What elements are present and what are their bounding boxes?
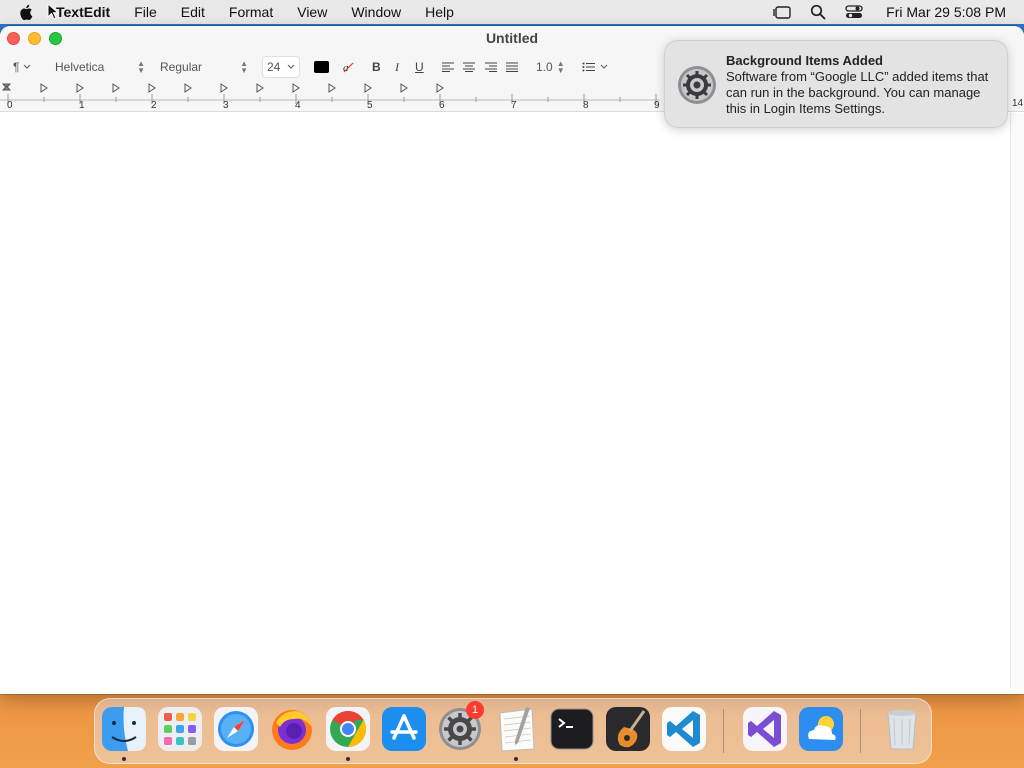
garageband-icon[interactable] — [604, 705, 652, 753]
menubar-clock[interactable]: Fri Mar 29 5:08 PM — [886, 4, 1006, 20]
menu-file[interactable]: File — [122, 0, 169, 24]
ruler-number: 7 — [511, 100, 517, 110]
visual-studio-icon[interactable] — [741, 705, 789, 753]
terminal-icon[interactable] — [548, 705, 596, 753]
align-right-button[interactable] — [484, 56, 498, 78]
tab-stop-icon — [1, 83, 444, 93]
paragraph-style-label: ¶ — [13, 60, 20, 74]
spotlight-search-icon[interactable] — [808, 4, 828, 20]
system-settings-gear-icon — [678, 66, 716, 104]
app-menu-textedit[interactable]: TextEdit — [50, 0, 122, 24]
textedit-icon[interactable] — [492, 705, 540, 753]
font-family-popup[interactable]: Helvetica ▲ ▼ — [55, 56, 145, 78]
ruler-number: 0 — [7, 100, 13, 110]
vscode-icon[interactable] — [660, 705, 708, 753]
notification-title: Background Items Added — [726, 53, 883, 68]
menu-window[interactable]: Window — [339, 0, 413, 24]
weather-icon[interactable] — [797, 705, 845, 753]
format-toolbar: ¶ Helvetica ▲ ▼ Regular ▲ ▼ 24 a B I U 1… — [0, 56, 660, 78]
running-indicator — [122, 757, 126, 761]
updown-arrows-icon: ▲ ▼ — [556, 59, 565, 75]
ruler-number: 14 — [1012, 98, 1024, 109]
menu-help[interactable]: Help — [413, 0, 466, 24]
menu-view[interactable]: View — [285, 0, 339, 24]
align-left-icon — [442, 62, 454, 72]
ruler-number: 5 — [367, 100, 373, 110]
highlight-color-button[interactable]: a — [341, 56, 355, 78]
background-items-notification[interactable]: Background Items Added Software from “Go… — [664, 40, 1008, 128]
mouse-cursor-icon — [47, 3, 59, 20]
paragraph-style-popup[interactable]: ¶ — [13, 56, 31, 78]
ruler-number: 3 — [223, 100, 229, 110]
app-store-icon[interactable] — [380, 705, 428, 753]
launchpad-icon[interactable] — [156, 705, 204, 753]
text-color-swatch — [314, 61, 329, 73]
ruler-ticks — [7, 94, 657, 104]
list-style-popup[interactable] — [582, 56, 608, 78]
chrome-icon[interactable] — [324, 705, 372, 753]
align-center-button[interactable] — [462, 56, 476, 78]
chevron-down-icon — [600, 64, 608, 69]
line-spacing-popup[interactable]: 1.0 ▲ ▼ — [536, 56, 565, 78]
safari-icon[interactable] — [212, 705, 260, 753]
justify-icon — [506, 62, 518, 72]
font-size-value: 24 — [267, 60, 281, 74]
chevron-down-icon — [287, 64, 295, 69]
updown-arrows-icon: ▲ ▼ — [240, 59, 248, 75]
vertical-scrollbar[interactable] — [1010, 113, 1024, 688]
stage-manager-icon[interactable] — [772, 4, 792, 20]
apple-menu-icon[interactable] — [18, 3, 36, 21]
notification-body: Software from “Google LLC” added items t… — [726, 69, 989, 116]
ruler-number: 4 — [295, 100, 301, 110]
menu-edit[interactable]: Edit — [169, 0, 217, 24]
control-center-icon[interactable] — [844, 4, 864, 20]
notification-badge: 1 — [466, 701, 484, 719]
trash-icon[interactable] — [878, 705, 926, 753]
firefox-icon[interactable] — [268, 705, 316, 753]
ruler-number: 9 — [654, 100, 660, 110]
finder-icon[interactable] — [100, 705, 148, 753]
menu-bar: TextEdit File Edit Format View Window He… — [0, 0, 1024, 24]
align-center-icon — [463, 62, 475, 72]
ruler-number: 6 — [439, 100, 445, 110]
dock: 1 — [94, 698, 932, 764]
align-left-button[interactable] — [441, 56, 455, 78]
bullet-list-icon — [582, 62, 595, 72]
bold-button[interactable]: B — [372, 56, 381, 78]
italic-button[interactable]: I — [395, 56, 399, 78]
running-indicator — [346, 757, 350, 761]
font-style-label: Regular — [160, 60, 203, 74]
menu-format[interactable]: Format — [217, 0, 285, 24]
ruler-number: 8 — [583, 100, 589, 110]
text-color-well[interactable] — [314, 56, 329, 78]
align-right-icon — [485, 62, 497, 72]
font-style-popup[interactable]: Regular ▲ ▼ — [160, 56, 248, 78]
dock-separator — [860, 709, 861, 753]
ruler[interactable]: 0 1 2 3 4 5 6 7 8 9 — [0, 82, 660, 110]
ruler-number: 2 — [151, 100, 157, 110]
notification-badge-holder: 1 — [436, 701, 484, 753]
ruler-number: 1 — [79, 100, 85, 110]
updown-arrows-icon: ▲ ▼ — [137, 59, 145, 75]
document-text-area[interactable] — [0, 113, 1010, 688]
chevron-down-icon — [24, 64, 31, 69]
dock-separator — [723, 709, 724, 753]
running-indicator — [514, 757, 518, 761]
highlighter-icon: a — [343, 62, 354, 74]
font-size-combo[interactable]: 24 — [262, 56, 300, 78]
underline-button[interactable]: U — [415, 56, 424, 78]
font-family-label: Helvetica — [55, 60, 105, 74]
justify-button[interactable] — [505, 56, 519, 78]
line-spacing-value: 1.0 — [536, 60, 553, 74]
